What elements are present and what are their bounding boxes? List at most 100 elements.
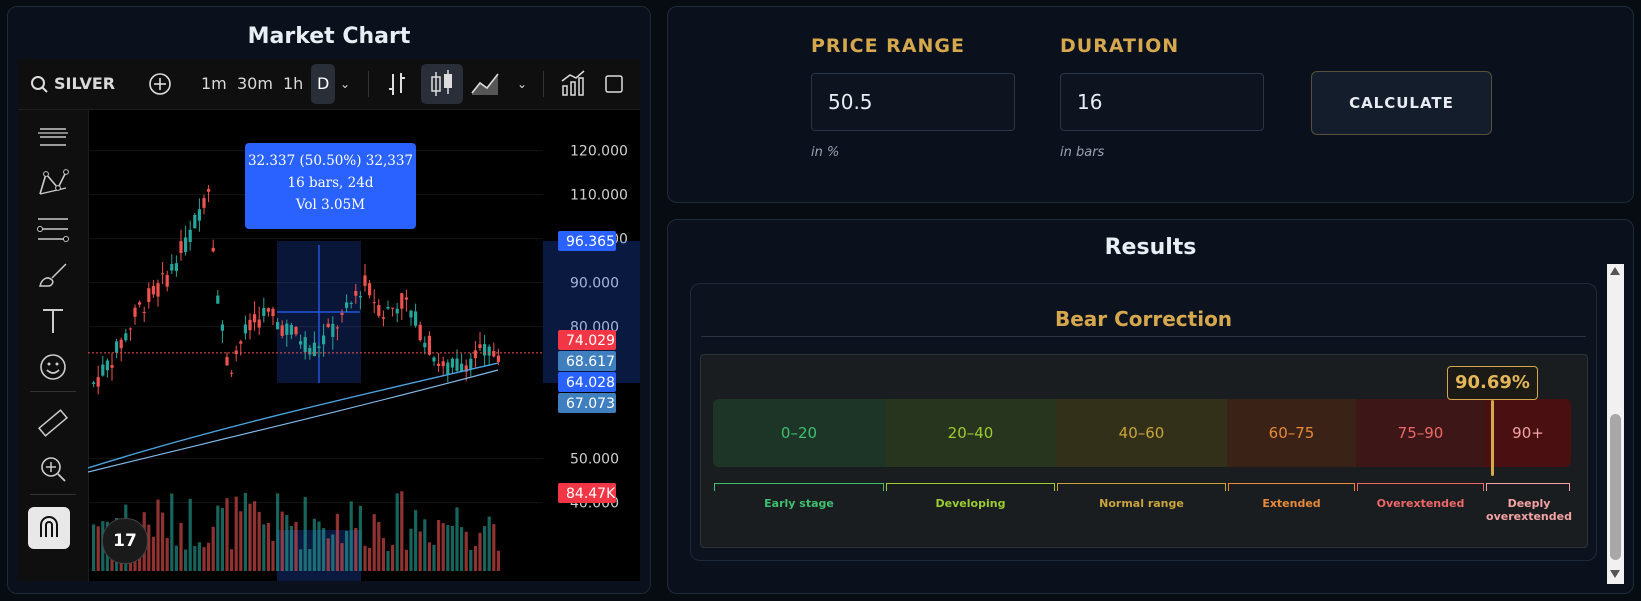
volume-bar bbox=[386, 550, 390, 571]
zone-range: 20–40 bbox=[947, 424, 994, 442]
volume-bar bbox=[184, 549, 188, 571]
volume-bar bbox=[165, 538, 169, 571]
timeframe-30m[interactable]: 30m bbox=[237, 59, 273, 109]
tools-divider bbox=[30, 494, 76, 495]
volume-bar bbox=[299, 549, 303, 571]
fib-tool-icon[interactable] bbox=[32, 208, 74, 250]
zone-range: 40–60 bbox=[1118, 424, 1165, 442]
candle-body bbox=[174, 263, 178, 271]
ruler-icon[interactable] bbox=[32, 402, 74, 444]
candle-body bbox=[124, 333, 128, 341]
chevron-down-icon[interactable]: ⌄ bbox=[517, 59, 527, 109]
zone-label-extended: Extended bbox=[1262, 497, 1321, 510]
tools-divider bbox=[30, 391, 76, 392]
zoom-in-icon[interactable] bbox=[32, 448, 74, 490]
scroll-up-icon[interactable] bbox=[1610, 267, 1620, 275]
zone-label-early: Early stage bbox=[764, 497, 834, 510]
add-symbol-icon[interactable] bbox=[148, 59, 172, 109]
chart-widget[interactable]: SILVER 1m 30m 1h D ⌄ ⌄ 120.000 110.000 9… bbox=[18, 59, 640, 581]
zone-90-plus: 90+ bbox=[1485, 399, 1571, 467]
volume-bar bbox=[487, 516, 491, 571]
zone-bracket bbox=[1057, 483, 1226, 491]
candle-body bbox=[253, 314, 257, 323]
candle-body bbox=[409, 310, 413, 318]
volume-bar bbox=[326, 538, 330, 571]
volume-bar bbox=[303, 496, 307, 571]
volume-bar bbox=[257, 511, 261, 571]
candles-chart-type-icon[interactable] bbox=[421, 64, 463, 104]
candle-body bbox=[317, 346, 321, 348]
volume-bar bbox=[322, 528, 326, 571]
bar-chart-type-icon[interactable] bbox=[386, 59, 408, 109]
symbol-search[interactable]: SILVER bbox=[54, 59, 115, 109]
volume-bar bbox=[179, 522, 183, 571]
timeframe-1h[interactable]: 1h bbox=[283, 59, 303, 109]
volume-bar bbox=[345, 530, 349, 571]
scroll-down-icon[interactable] bbox=[1610, 570, 1620, 578]
candle-body bbox=[243, 324, 247, 334]
candle-body bbox=[492, 351, 496, 357]
results-scrollbar[interactable] bbox=[1607, 264, 1624, 584]
timeframe-1m[interactable]: 1m bbox=[201, 59, 227, 109]
volume-bar bbox=[243, 492, 247, 571]
zone-bracket bbox=[714, 483, 884, 491]
candle-body bbox=[128, 328, 132, 330]
position-marker bbox=[1491, 400, 1494, 476]
volume-bar bbox=[234, 496, 238, 571]
volume-bar bbox=[225, 498, 229, 571]
candle-body bbox=[326, 323, 330, 327]
volume-bar bbox=[266, 522, 270, 571]
calculate-button[interactable]: CALCULATE bbox=[1311, 71, 1492, 135]
tooltip-volume: Vol 3.05M bbox=[295, 197, 366, 213]
area-chart-type-icon[interactable] bbox=[470, 59, 500, 109]
volume-bar bbox=[354, 527, 358, 571]
volume-bar bbox=[368, 547, 372, 571]
candle-body bbox=[460, 363, 464, 372]
zone-range: 75–90 bbox=[1397, 424, 1444, 442]
volume-bar bbox=[151, 536, 155, 571]
results-title: Results bbox=[1104, 235, 1197, 260]
zone-bracket bbox=[1357, 483, 1484, 491]
candle-body bbox=[105, 360, 109, 371]
volume-bar bbox=[404, 549, 408, 571]
search-icon[interactable] bbox=[30, 59, 50, 109]
candle-body bbox=[151, 285, 155, 295]
candle-body bbox=[193, 214, 197, 229]
candle-body bbox=[156, 283, 160, 297]
layout-icon[interactable] bbox=[604, 59, 624, 109]
text-tool-icon[interactable] bbox=[32, 300, 74, 342]
drawing-toolbar bbox=[18, 110, 89, 581]
volume-bar bbox=[230, 549, 234, 571]
pattern-tool-icon[interactable] bbox=[32, 162, 74, 204]
duration-input[interactable] bbox=[1060, 73, 1264, 131]
brush-icon[interactable] bbox=[32, 254, 74, 296]
card-title: Bear Correction bbox=[1054, 307, 1233, 331]
price-badge-label: 67.073 bbox=[566, 396, 615, 412]
magnet-icon[interactable] bbox=[28, 507, 70, 549]
candle-body bbox=[96, 377, 100, 387]
chevron-down-icon[interactable]: ⌄ bbox=[340, 59, 350, 109]
zone-range: 60–75 bbox=[1268, 424, 1315, 442]
volume-bar bbox=[409, 528, 413, 571]
candle-body bbox=[248, 319, 252, 331]
candle-body bbox=[138, 302, 142, 305]
volume-bar bbox=[248, 503, 252, 571]
duration-label: DURATION bbox=[1060, 35, 1180, 57]
volume-bar bbox=[271, 540, 275, 571]
price-plot[interactable]: 120.000110.000100.00090.00080.00050.0004… bbox=[87, 110, 640, 581]
zone-label-normal: Normal range bbox=[1099, 497, 1184, 510]
scroll-thumb[interactable] bbox=[1610, 414, 1621, 560]
volume-bar bbox=[478, 532, 482, 571]
trend-lines-icon[interactable] bbox=[32, 116, 74, 158]
indicators-icon[interactable] bbox=[560, 59, 586, 109]
candle-body bbox=[455, 358, 459, 371]
price-range-input[interactable] bbox=[811, 73, 1015, 131]
emoji-icon[interactable] bbox=[32, 346, 74, 388]
candle-body bbox=[165, 275, 169, 287]
zone-range: 0–20 bbox=[780, 424, 818, 442]
volume-bar bbox=[455, 507, 459, 571]
timeframe-d[interactable]: D bbox=[311, 64, 336, 104]
price-badge-label: 96.365 bbox=[566, 234, 615, 250]
candle-body bbox=[414, 311, 418, 326]
candle-body bbox=[188, 229, 192, 242]
